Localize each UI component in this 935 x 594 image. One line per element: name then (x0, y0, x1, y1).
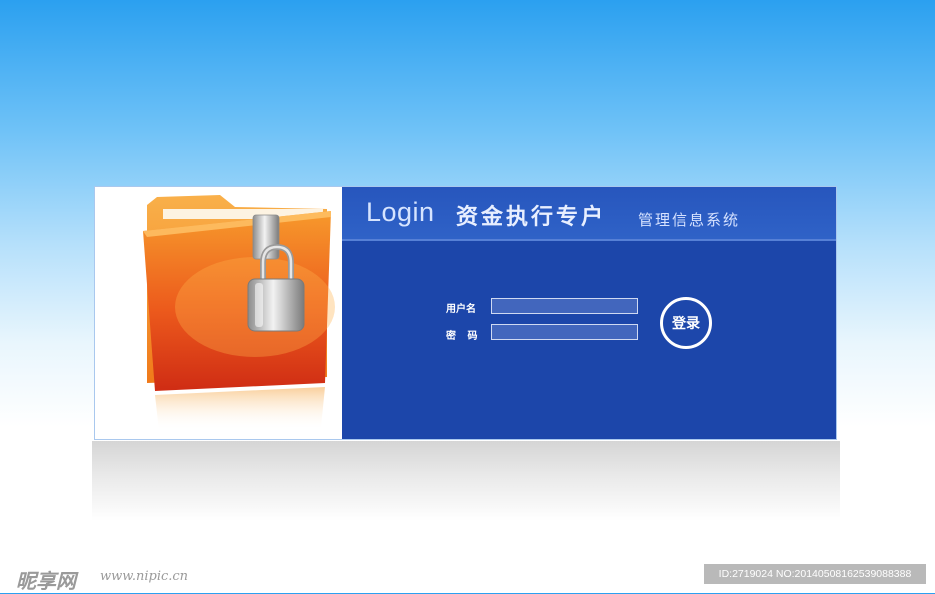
folder-lock-icon (143, 195, 335, 431)
watermark-id: ID:2719024 NO:20140508162539088388 (704, 564, 926, 584)
login-form-area: Login 资金执行专户 管理信息系统 用户名 密 码 登录 (342, 187, 836, 439)
panel-reflection (92, 441, 840, 521)
username-input[interactable] (491, 298, 638, 314)
username-label: 用户名 (446, 304, 476, 315)
form-header: Login 资金执行专户 管理信息系统 (342, 187, 836, 241)
watermark-logo: 昵享网 (16, 569, 76, 593)
system-title: 资金执行专户 (456, 204, 607, 230)
folder-art (95, 187, 341, 439)
watermark-url: www.nipic.cn (100, 569, 189, 584)
login-heading: Login (366, 197, 435, 227)
login-button[interactable]: 登录 (660, 297, 712, 349)
login-panel: Login 资金执行专户 管理信息系统 用户名 密 码 登录 (94, 186, 837, 440)
password-label: 密 码 (446, 331, 478, 342)
password-input[interactable] (491, 324, 638, 340)
system-subtitle: 管理信息系统 (638, 211, 741, 229)
